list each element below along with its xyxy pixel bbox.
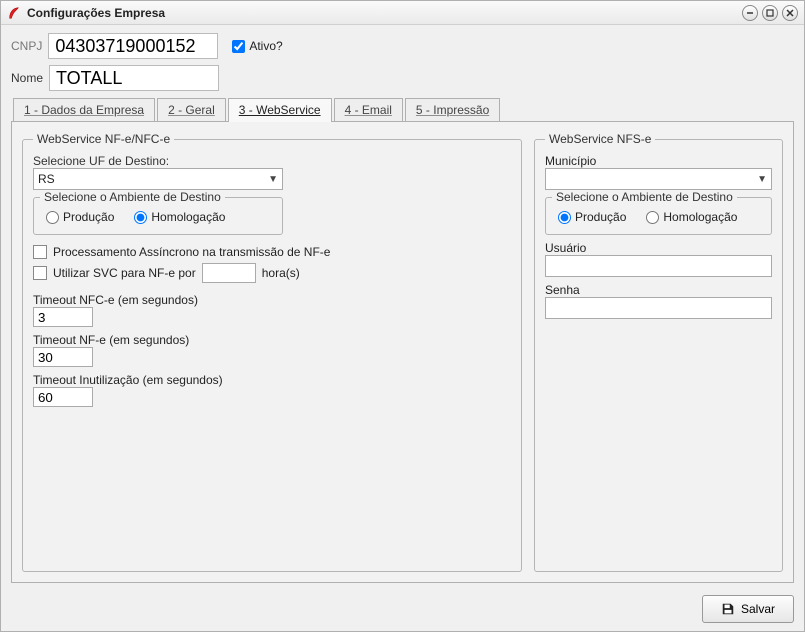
nfse-radio-homolog-wrap[interactable]: Homologação <box>646 210 737 224</box>
timeout-nfe-label: Timeout NF-e (em segundos) <box>33 333 511 347</box>
nfe-radio-producao-wrap[interactable]: Produção <box>46 210 114 224</box>
nfse-radio-homolog-label: Homologação <box>663 210 737 224</box>
nfe-radio-homolog-wrap[interactable]: Homologação <box>134 210 225 224</box>
chevron-down-icon: ▼ <box>757 174 767 185</box>
uf-label: Selecione UF de Destino: <box>33 154 511 168</box>
nfse-radio-producao[interactable] <box>558 211 571 224</box>
timeout-inut-input[interactable] <box>33 387 93 407</box>
senha-input[interactable] <box>545 297 772 319</box>
nfe-ambiente-group: Selecione o Ambiente de Destino Produção… <box>33 190 283 235</box>
tab-geral[interactable]: 2 - Geral <box>157 98 226 121</box>
nome-input[interactable] <box>49 65 219 91</box>
window-title: Configurações Empresa <box>27 6 738 20</box>
nfe-radio-producao[interactable] <box>46 211 59 224</box>
nfse-radio-producao-wrap[interactable]: Produção <box>558 210 626 224</box>
nfse-radio-homolog[interactable] <box>646 211 659 224</box>
nfse-radio-producao-label: Produção <box>575 210 626 224</box>
nfe-radio-homolog[interactable] <box>134 211 147 224</box>
nfse-ambiente-group: Selecione o Ambiente de Destino Produção… <box>545 190 772 235</box>
cnpj-label: CNPJ <box>11 39 42 53</box>
nfe-group: WebService NF-e/NFC-e Selecione UF de De… <box>22 132 522 572</box>
usuario-label: Usuário <box>545 241 772 255</box>
svc-hours-suffix: hora(s) <box>262 266 300 280</box>
minimize-icon <box>745 8 755 18</box>
window-frame: Configurações Empresa CNPJ Ativo? Nome 1… <box>0 0 805 632</box>
tab-impressao[interactable]: 5 - Impressão <box>405 98 500 121</box>
svc-checkbox[interactable] <box>33 266 47 280</box>
nfse-legend: WebService NFS-e <box>545 132 655 146</box>
nfe-legend: WebService NF-e/NFC-e <box>33 132 174 146</box>
usuario-input[interactable] <box>545 255 772 277</box>
save-button-label: Salvar <box>741 602 775 616</box>
close-icon <box>785 8 795 18</box>
svc-hours-input[interactable] <box>202 263 256 283</box>
ativo-checkbox-wrap[interactable]: Ativo? <box>232 39 282 53</box>
save-icon <box>721 602 735 616</box>
tabbar: 1 - Dados da Empresa 2 - Geral 3 - WebSe… <box>11 97 794 122</box>
nfe-radio-homolog-label: Homologação <box>151 210 225 224</box>
app-logo-icon <box>7 6 21 20</box>
minimize-button[interactable] <box>742 5 758 21</box>
nfe-ambiente-legend: Selecione o Ambiente de Destino <box>40 190 225 204</box>
nfse-group: WebService NFS-e Município ▼ Selecione o… <box>534 132 783 572</box>
ativo-label: Ativo? <box>249 39 282 53</box>
save-button[interactable]: Salvar <box>702 595 794 623</box>
cnpj-input[interactable] <box>48 33 218 59</box>
chevron-down-icon: ▼ <box>268 174 278 185</box>
close-button[interactable] <box>782 5 798 21</box>
tab-content: WebService NF-e/NFC-e Selecione UF de De… <box>11 122 794 583</box>
tab-email[interactable]: 4 - Email <box>334 98 403 121</box>
nome-label: Nome <box>11 71 43 85</box>
timeout-nfc-input[interactable] <box>33 307 93 327</box>
titlebar: Configurações Empresa <box>1 1 804 25</box>
ativo-checkbox[interactable] <box>232 40 245 53</box>
timeout-nfc-label: Timeout NFC-e (em segundos) <box>33 293 511 307</box>
maximize-icon <box>765 8 775 18</box>
tab-webservice[interactable]: 3 - WebService <box>228 98 332 122</box>
municipio-label: Município <box>545 154 772 168</box>
proc-assinc-checkbox[interactable] <box>33 245 47 259</box>
proc-assinc-label: Processamento Assíncrono na transmissão … <box>53 245 330 259</box>
maximize-button[interactable] <box>762 5 778 21</box>
timeout-nfe-input[interactable] <box>33 347 93 367</box>
uf-select[interactable]: RS ▼ <box>33 168 283 190</box>
nfse-ambiente-legend: Selecione o Ambiente de Destino <box>552 190 737 204</box>
footer: Salvar <box>1 589 804 631</box>
timeout-inut-label: Timeout Inutilização (em segundos) <box>33 373 511 387</box>
senha-label: Senha <box>545 283 772 297</box>
svc-label: Utilizar SVC para NF-e por <box>53 266 196 280</box>
tab-dados-empresa[interactable]: 1 - Dados da Empresa <box>13 98 155 121</box>
nfe-radio-producao-label: Produção <box>63 210 114 224</box>
municipio-select[interactable]: ▼ <box>545 168 772 190</box>
uf-select-value: RS <box>38 172 55 186</box>
